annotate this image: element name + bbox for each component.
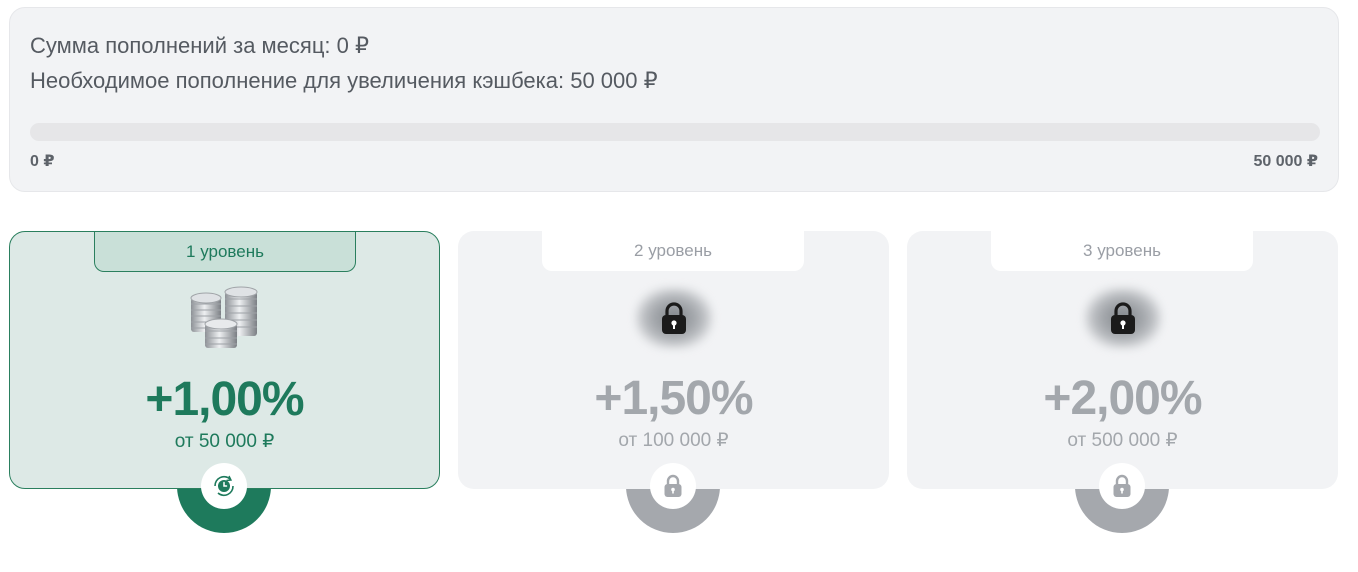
cashback-percent: +1,00% xyxy=(145,373,304,426)
lock-icon xyxy=(650,463,696,509)
level-tab: 2 уровень xyxy=(542,231,804,271)
level-threshold: от 500 000 ₽ xyxy=(1067,430,1178,451)
lock-icon xyxy=(1099,463,1145,509)
month-total-text: Сумма пополнений за месяц: 0 ₽ xyxy=(30,33,369,58)
progress-min-label: 0 ₽ xyxy=(30,153,55,170)
coins-icon xyxy=(185,284,265,354)
cashback-percent: +1,50% xyxy=(594,372,753,425)
level-threshold: от 100 000 ₽ xyxy=(618,430,729,451)
lock-icon xyxy=(1083,283,1163,353)
cashback-percent: +2,00% xyxy=(1043,372,1202,425)
level-tab: 1 уровень xyxy=(94,232,356,272)
lock-icon xyxy=(634,283,714,353)
level-card-body: 1 уровень +1,00% от 50 000 ₽ xyxy=(9,231,440,489)
deposit-summary-panel: Сумма пополнений за месяц: 0 ₽ Необходим… xyxy=(9,7,1339,192)
level-card-2[interactable]: 2 уровень +1,50% от 100 000 ₽ xyxy=(458,231,889,533)
level-card-3[interactable]: 3 уровень +2,00% от 500 000 ₽ xyxy=(907,231,1338,533)
level-card-1[interactable]: 1 уровень +1,00% от 50 000 ₽ xyxy=(9,231,440,533)
cashback-levels-page: Сумма пополнений за месяц: 0 ₽ Необходим… xyxy=(0,0,1358,572)
required-deposit-text: Необходимое пополнение для увеличения кэ… xyxy=(30,68,658,93)
level-threshold: от 50 000 ₽ xyxy=(174,431,275,452)
level-tab: 3 уровень xyxy=(991,231,1253,271)
clock-refresh-icon xyxy=(201,463,247,509)
level-card-body: 3 уровень +2,00% от 500 000 ₽ xyxy=(907,231,1338,489)
level-card-body: 2 уровень +1,50% от 100 000 ₽ xyxy=(458,231,889,489)
progress-max-label: 50 000 ₽ xyxy=(1253,153,1318,170)
deposit-progress-bar xyxy=(30,123,1320,141)
